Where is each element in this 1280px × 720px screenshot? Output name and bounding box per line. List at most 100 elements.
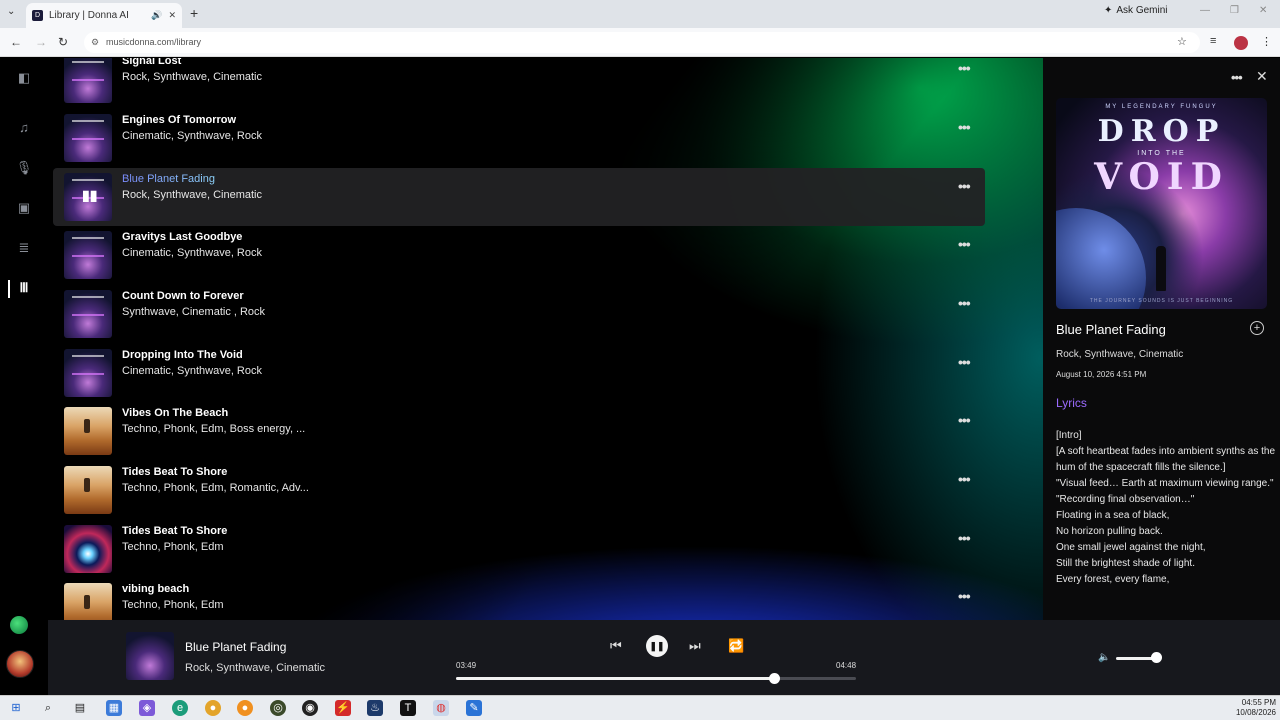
song-cover-thumb[interactable]: ▮▮	[64, 173, 112, 221]
chrome-active-icon[interactable]: ◍	[433, 700, 449, 716]
song-title[interactable]: Signal Lost	[122, 58, 181, 67]
video-icon[interactable]: ▣	[14, 198, 34, 218]
profile-avatar[interactable]	[1234, 36, 1248, 50]
bookmark-star-icon[interactable]: ☆	[1177, 35, 1187, 48]
ask-gemini-button[interactable]: ✦ Ask Gemini	[1104, 5, 1168, 16]
more-options-icon[interactable]: •••	[958, 412, 971, 428]
app-orange-icon[interactable]: ●	[237, 700, 253, 716]
url-field[interactable]: ⚙ musicdonna.com/library	[84, 32, 1200, 53]
song-row[interactable]: Vibes On The Beach Techno, Phonk, Edm, Bo…	[53, 402, 985, 460]
song-cover-thumb[interactable]	[64, 58, 112, 103]
app-red-icon[interactable]: ◉	[302, 700, 318, 716]
clock[interactable]: 04:55 PM 10/08/2026	[1228, 698, 1276, 718]
tab-close-icon[interactable]: ✕	[168, 10, 176, 21]
song-row[interactable]: ▮▮ Blue Planet Fading Rock, Synthwave, Cin…	[53, 168, 985, 226]
app-lightning-icon[interactable]: ⚡	[335, 700, 351, 716]
site-info-icon[interactable]: ⚙	[91, 32, 99, 53]
song-title[interactable]: Count Down to Forever	[122, 290, 244, 302]
repeat-icon[interactable]: 🔁	[728, 638, 744, 654]
cover-title-line1: DROP	[1097, 114, 1226, 149]
song-row[interactable]: Signal Lost Rock, Synthwave, Cinematic •••	[53, 58, 985, 108]
credits-orb-icon[interactable]	[10, 616, 28, 634]
player-song-title[interactable]: Blue Planet Fading	[185, 640, 286, 654]
song-row[interactable]: Tides Beat To Shore Techno, Phonk, Edm, R…	[53, 461, 985, 519]
song-title[interactable]: Engines Of Tomorrow	[122, 114, 236, 126]
more-options-icon[interactable]: •••	[958, 588, 971, 604]
lyrics-line: One small jewel against the night,	[1056, 542, 1206, 553]
more-options-icon[interactable]: •••	[958, 178, 971, 194]
user-avatar[interactable]	[6, 650, 34, 678]
more-options-icon[interactable]: •••	[958, 471, 971, 487]
more-options-icon[interactable]: •••	[958, 236, 971, 252]
song-detail-panel: ••• ✕ MY LEGENDARY FUNGUY DROP INTO THE …	[1043, 58, 1280, 620]
more-options-icon[interactable]: •••	[958, 60, 971, 76]
more-options-icon[interactable]: •••	[958, 354, 971, 370]
playlist-icon[interactable]: ≣	[14, 238, 34, 258]
song-title[interactable]: Gravitys Last Goodbye	[122, 231, 242, 243]
media-control-icon[interactable]: ≡	[1210, 35, 1216, 47]
song-tags: Techno, Phonk, Edm	[122, 599, 224, 611]
tab-audio-icon[interactable]: 🔊	[151, 10, 162, 21]
song-cover-thumb[interactable]	[64, 466, 112, 514]
create-music-icon[interactable]: ♫	[14, 118, 34, 138]
song-title[interactable]: Dropping Into The Void	[122, 349, 243, 361]
collapse-sidebar-icon[interactable]: ◧	[14, 68, 34, 88]
volume-knob[interactable]	[1151, 652, 1162, 663]
panel-close-icon[interactable]: ✕	[1256, 68, 1268, 85]
previous-track-icon[interactable]: ⏮	[610, 638, 622, 654]
copilot-icon[interactable]: ◈	[139, 700, 155, 716]
song-cover-thumb[interactable]	[64, 231, 112, 279]
song-cover-thumb[interactable]	[64, 525, 112, 573]
microphone-icon[interactable]: 🎙	[14, 158, 34, 178]
volume-icon[interactable]: 🔈	[1098, 652, 1110, 663]
steam-icon[interactable]: ♨	[367, 700, 383, 716]
song-title[interactable]: Tides Beat To Shore	[122, 525, 227, 537]
pause-button[interactable]: ❚❚	[646, 635, 668, 657]
lyrics-heading: Lyrics	[1056, 396, 1087, 410]
progress-slider[interactable]	[456, 673, 856, 684]
more-options-icon[interactable]: •••	[958, 530, 971, 546]
chrome-icon[interactable]: ●	[205, 700, 221, 716]
song-row[interactable]: Count Down to Forever Synthwave, Cinemati…	[53, 285, 985, 343]
song-row[interactable]: Dropping Into The Void Cinematic, Synthwa…	[53, 344, 985, 402]
library-icon[interactable]: Ⅲ	[14, 278, 34, 298]
player-cover-thumb[interactable]	[126, 632, 174, 680]
song-row[interactable]: Tides Beat To Shore Techno, Phonk, Edm •••	[53, 520, 985, 578]
song-cover-thumb[interactable]	[64, 114, 112, 162]
forward-icon[interactable]: →	[35, 35, 47, 49]
restore-icon[interactable]: ❐	[1230, 5, 1239, 16]
song-title[interactable]: vibing beach	[122, 583, 189, 595]
paint-icon[interactable]: ✎	[466, 700, 482, 716]
more-options-icon[interactable]: •••	[958, 295, 971, 311]
song-title[interactable]: Vibes On The Beach	[122, 407, 228, 419]
song-cover-thumb[interactable]	[64, 407, 112, 455]
browser-tab[interactable]: D Library | Donna AI 🔊 ✕	[26, 3, 182, 28]
address-bar-row: ← → ↻ ⚙ musicdonna.com/library ☆ ≡ ⋮	[0, 28, 1280, 57]
next-track-icon[interactable]: ⏭	[689, 638, 701, 654]
song-title[interactable]: Tides Beat To Shore	[122, 466, 227, 478]
song-row[interactable]: Engines Of Tomorrow Cinematic, Synthwave,…	[53, 109, 985, 167]
tradingview-icon[interactable]: T	[400, 700, 416, 716]
edge-icon[interactable]: e	[172, 700, 188, 716]
browser-menu-icon[interactable]: ⋮	[1261, 35, 1272, 48]
search-icon[interactable]: ⌕	[40, 700, 56, 716]
song-title[interactable]: Blue Planet Fading	[122, 173, 215, 185]
windows-start-icon[interactable]: ⊞	[8, 700, 24, 716]
app-dark-icon[interactable]: ◎	[270, 700, 286, 716]
song-cover-thumb[interactable]	[64, 349, 112, 397]
more-options-icon[interactable]: •••	[958, 119, 971, 135]
clock-time: 04:55 PM	[1241, 698, 1276, 707]
progress-knob[interactable]	[769, 673, 780, 684]
minimize-icon[interactable]: —	[1200, 5, 1210, 16]
tab-list-chevron-icon[interactable]: ⌄	[7, 6, 15, 17]
song-cover-thumb[interactable]	[64, 290, 112, 338]
window-close-icon[interactable]: ✕	[1259, 5, 1267, 16]
reload-icon[interactable]: ↻	[58, 35, 68, 49]
add-to-playlist-icon[interactable]: +	[1250, 321, 1264, 335]
back-icon[interactable]: ←	[10, 35, 22, 49]
task-view-icon[interactable]: ▤	[72, 700, 88, 716]
calculator-icon[interactable]: ▦	[106, 700, 122, 716]
new-tab-button[interactable]: +	[190, 5, 198, 21]
song-row[interactable]: Gravitys Last Goodbye Cinematic, Synthwav…	[53, 226, 985, 284]
panel-more-options-icon[interactable]: •••	[1231, 70, 1243, 85]
